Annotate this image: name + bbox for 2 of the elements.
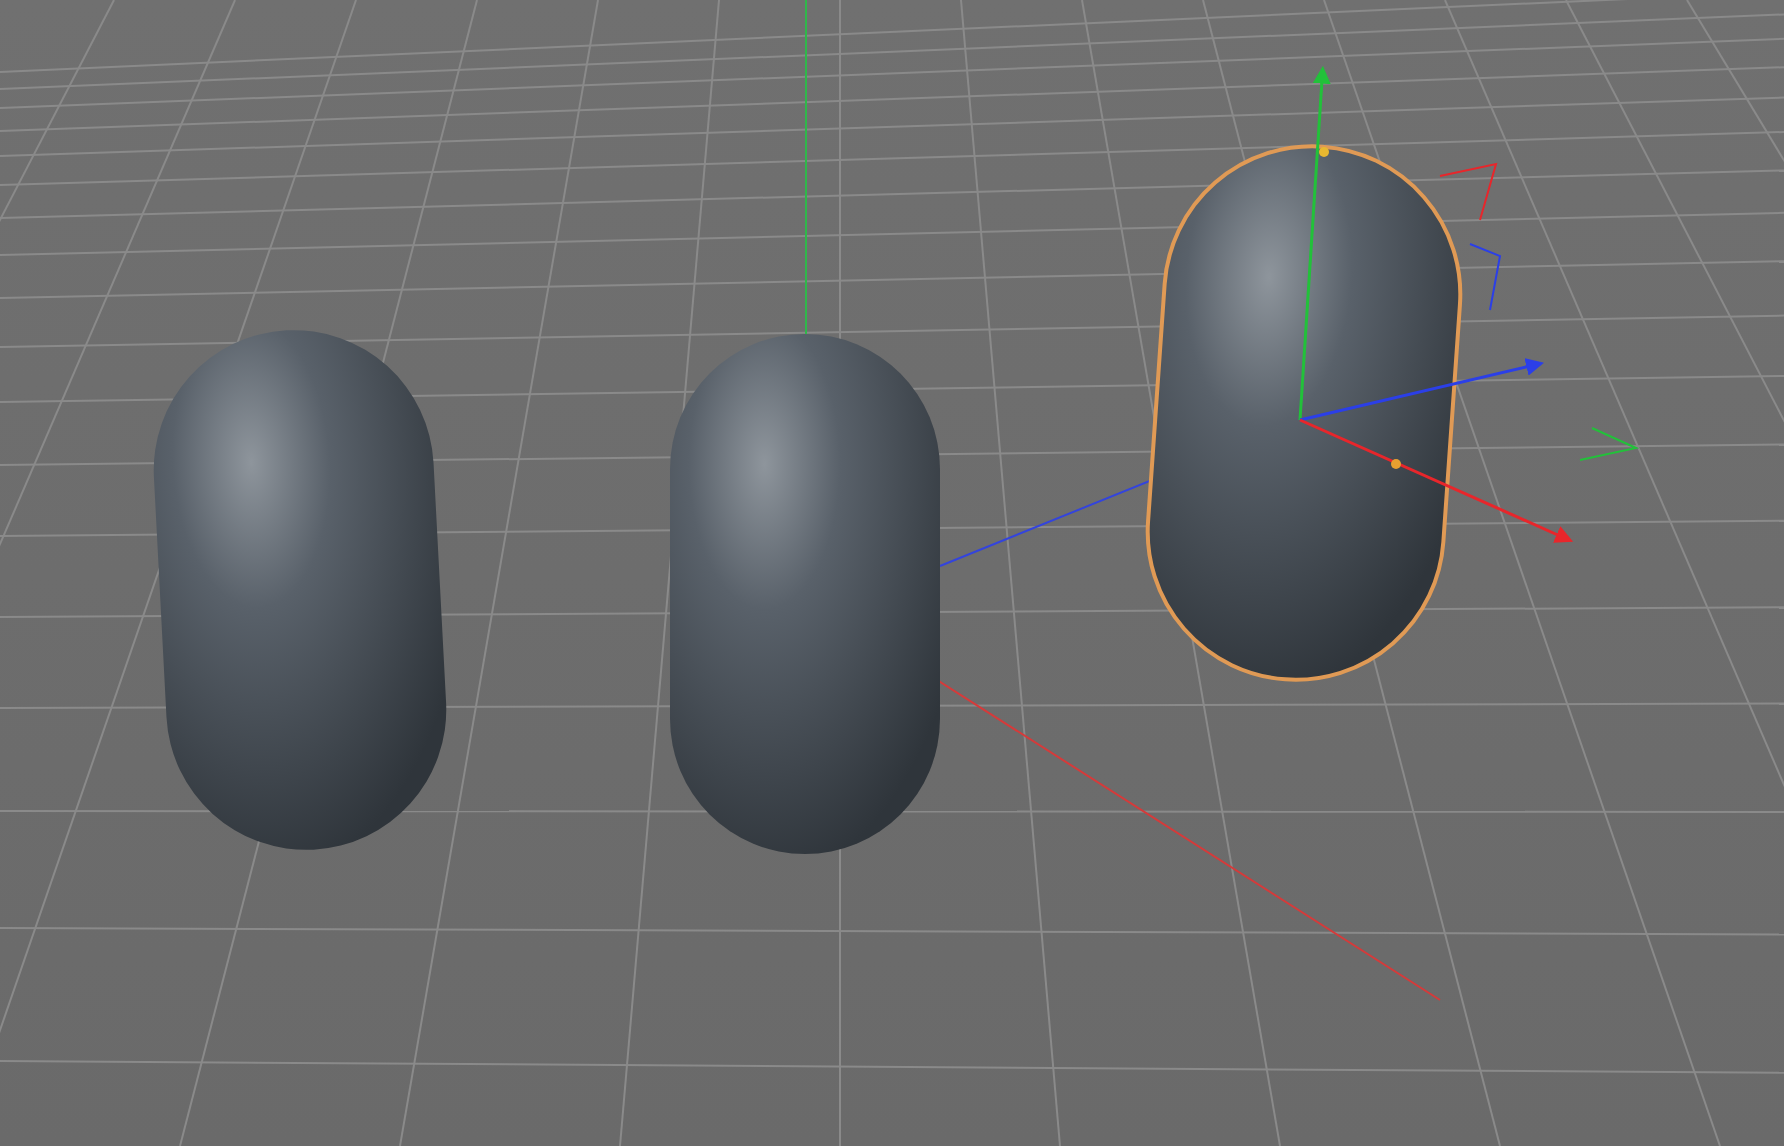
move-gizmo-drawing[interactable]: [1298, 65, 1640, 543]
capsule-object[interactable]: [670, 334, 940, 854]
